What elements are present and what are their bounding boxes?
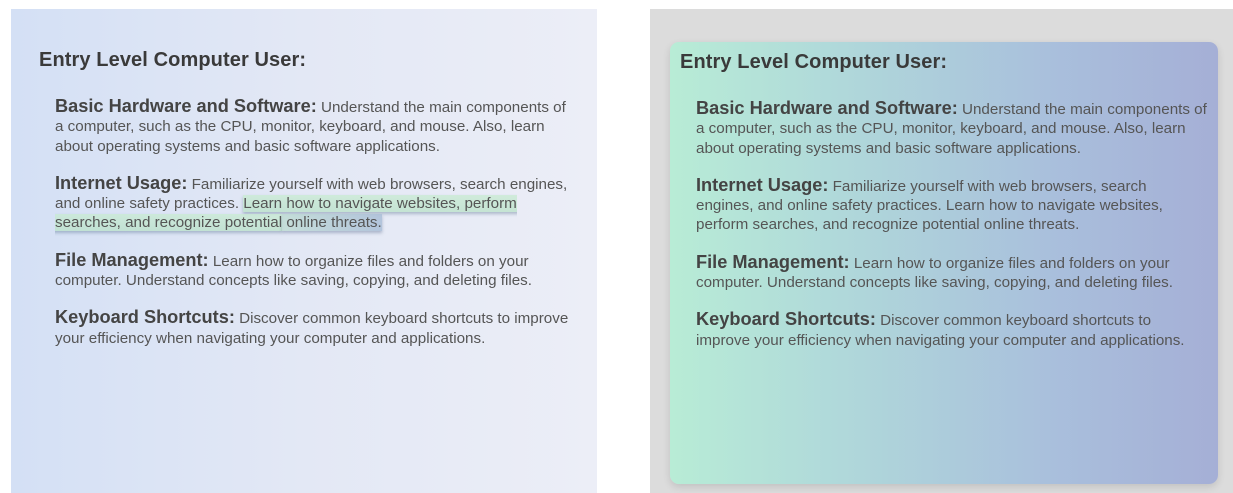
right-section-files: File Management: Learn how to organize f… xyxy=(696,251,1208,293)
right-section-hardware: Basic Hardware and Software: Understand … xyxy=(696,98,1208,158)
left-term-hardware: Basic Hardware and Software: xyxy=(55,96,317,116)
left-heading: Entry Level Computer User: xyxy=(39,49,307,71)
comparison-stage: Entry Level Computer User: Basic Hardwar… xyxy=(0,0,1233,493)
left-section-internet: Internet Usage: Familiarize yourself wit… xyxy=(55,172,569,233)
right-term-files: File Management: xyxy=(696,251,850,272)
right-term-hardware: Basic Hardware and Software: xyxy=(696,98,958,118)
left-term-shortcuts: Keyboard Shortcuts: xyxy=(55,307,235,328)
right-frame: Entry Level Computer User: Basic Hardwar… xyxy=(650,9,1233,493)
left-text-internet-highlight-end[interactable]: online threats. xyxy=(282,214,382,232)
left-section-files: File Management: Learn how to organize f… xyxy=(55,249,569,291)
right-heading: Entry Level Computer User: xyxy=(680,51,948,73)
right-section-internet: Internet Usage: Familiarize yourself wit… xyxy=(696,174,1208,235)
left-section-shortcuts: Keyboard Shortcuts: Discover common keyb… xyxy=(55,308,569,348)
right-card: Entry Level Computer User: Basic Hardwar… xyxy=(670,42,1218,484)
left-section-hardware: Basic Hardware and Software: Understand … xyxy=(55,96,569,156)
right-term-shortcuts: Keyboard Shortcuts: xyxy=(696,309,876,330)
right-section-shortcuts: Keyboard Shortcuts: Discover common keyb… xyxy=(696,310,1208,350)
left-term-files: File Management: xyxy=(55,249,209,270)
left-term-internet: Internet Usage: xyxy=(55,172,188,193)
left-panel: Entry Level Computer User: Basic Hardwar… xyxy=(11,9,597,493)
right-term-internet: Internet Usage: xyxy=(696,174,829,195)
